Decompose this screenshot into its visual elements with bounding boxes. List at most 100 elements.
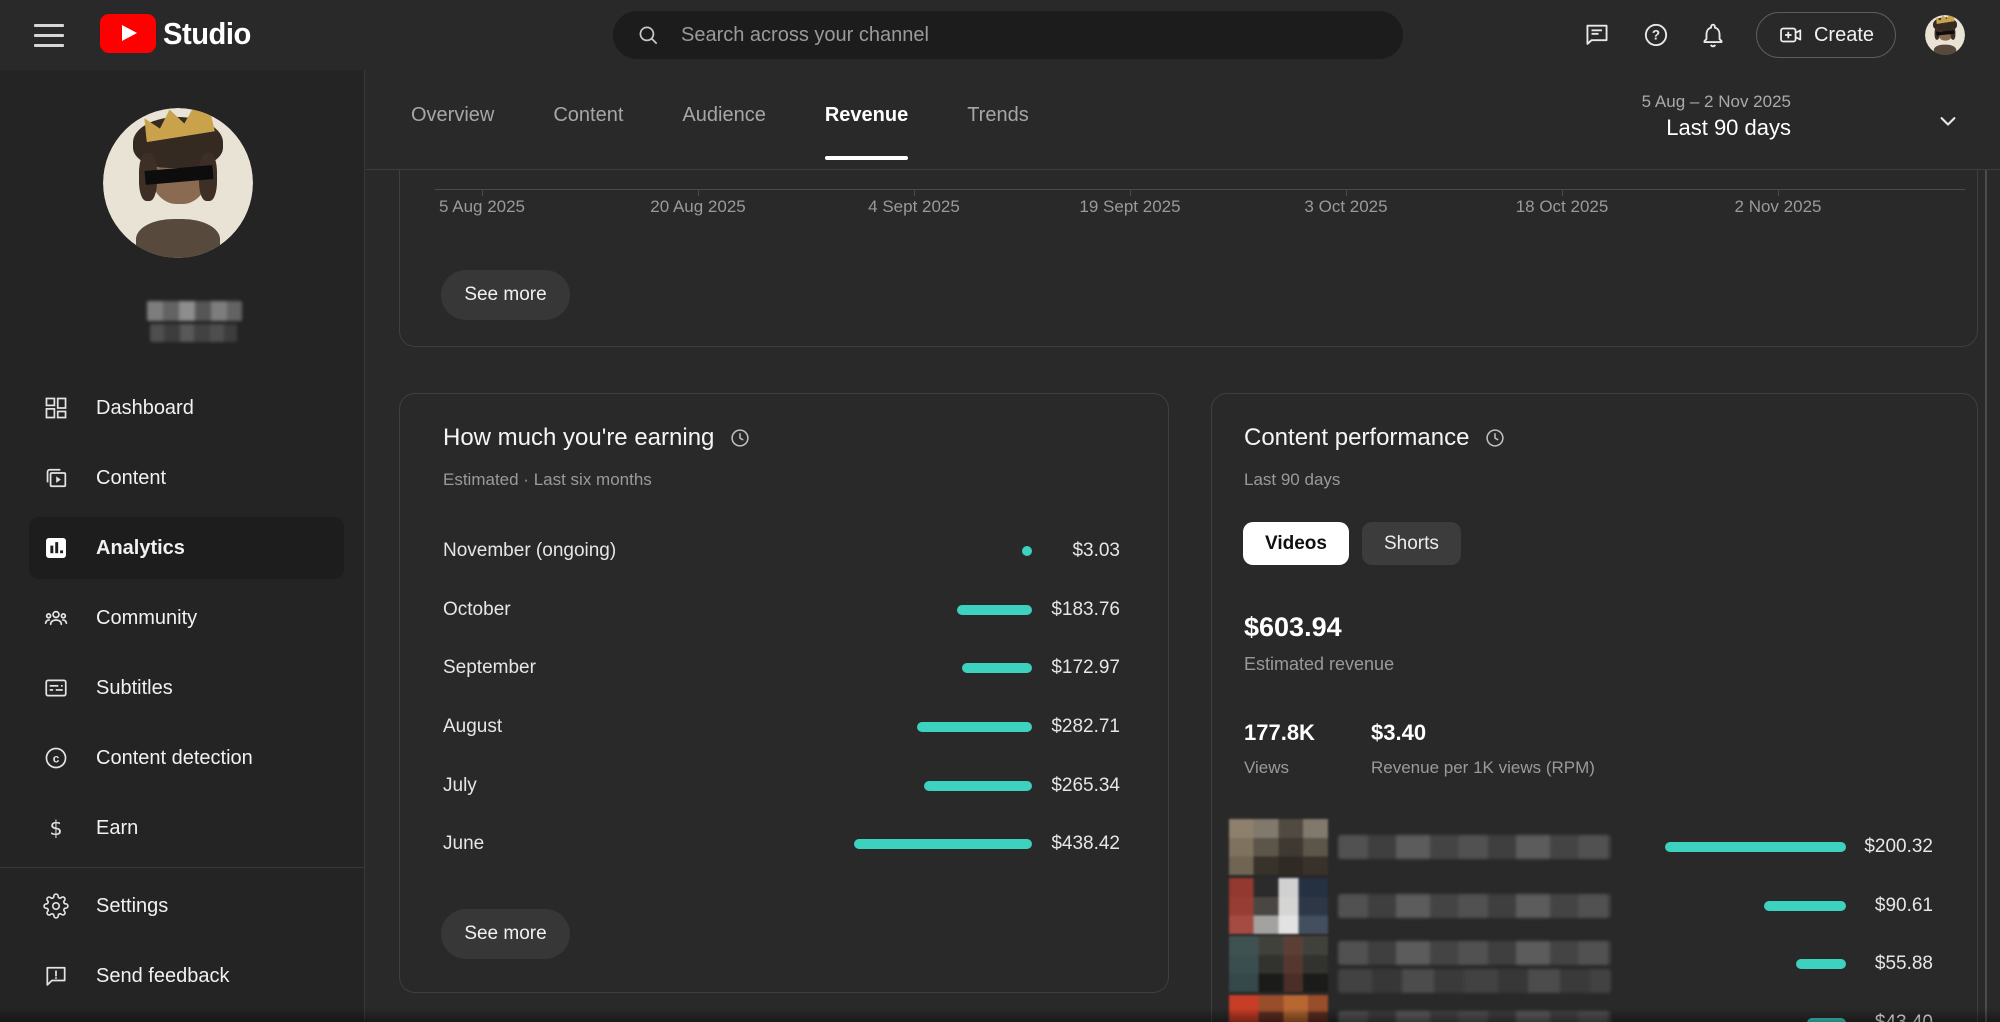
- video-row[interactable]: $55.88: [1212, 935, 1977, 994]
- see-more-button[interactable]: See more: [441, 909, 570, 959]
- axis-tick-label: 3 Oct 2025: [1304, 197, 1387, 217]
- earnings-row: June$438.42: [400, 815, 1168, 874]
- see-more-button[interactable]: See more: [441, 270, 570, 320]
- chip-shorts[interactable]: Shorts: [1362, 522, 1461, 565]
- youtube-studio-analytics-page: Studio ?: [0, 0, 2000, 1022]
- axis-tick-mark: [1562, 189, 1563, 196]
- sidebar-item-content-detection[interactable]: cContent detection: [0, 723, 364, 793]
- subtitles-icon: [42, 674, 70, 702]
- sidebar-item-earn[interactable]: $Earn: [0, 793, 364, 863]
- tab-content[interactable]: Content: [553, 70, 623, 169]
- date-range-dates: 5 Aug – 2 Nov 2025: [1642, 91, 1791, 113]
- sidebar-menu: Dashboard ContentAnalytics Community Subtit…: [0, 373, 364, 863]
- earnings-row: July$265.34: [400, 756, 1168, 815]
- earnings-amount: $172.97: [1051, 657, 1120, 679]
- scrollbar[interactable]: [1985, 170, 1987, 1022]
- account-avatar[interactable]: [1925, 15, 1965, 55]
- axis-tick-label: 4 Sept 2025: [868, 197, 960, 217]
- views-label: Views: [1244, 758, 1289, 778]
- video-thumbnail-redacted: [1229, 995, 1328, 1022]
- axis-tick-mark: [1130, 189, 1131, 196]
- analytics-tabs: Overview Content Audience Revenue Trends: [411, 70, 1029, 169]
- channel-handle-redacted: [150, 324, 237, 342]
- video-title-redacted: [1338, 835, 1611, 859]
- feedback-comment-icon[interactable]: [1583, 21, 1611, 49]
- earnings-bar: [957, 605, 1032, 615]
- axis-tick-label: 2 Nov 2025: [1735, 197, 1822, 217]
- sidebar-divider: [0, 867, 365, 868]
- performance-card-title: Content performance: [1244, 424, 1469, 452]
- content-icon: [42, 464, 70, 492]
- date-range-picker[interactable]: 5 Aug – 2 Nov 2025 Last 90 days: [1580, 70, 2000, 170]
- sidebar-item-dashboard[interactable]: Dashboard: [0, 373, 364, 443]
- youtube-studio-logo[interactable]: Studio: [100, 14, 256, 53]
- sidebar-item-label: Community: [96, 607, 197, 630]
- sidebar-item-settings[interactable]: Settings: [0, 871, 364, 941]
- sidebar-item-subtitles[interactable]: Subtitles: [0, 653, 364, 723]
- help-icon[interactable]: ?: [1642, 21, 1670, 49]
- create-button[interactable]: Create: [1756, 12, 1896, 58]
- earnings-month-label: August: [443, 716, 502, 738]
- notifications-bell-icon[interactable]: [1699, 21, 1727, 49]
- selected-item-highlight: [29, 517, 344, 579]
- hamburger-menu-icon[interactable]: [32, 17, 66, 53]
- tab-revenue[interactable]: Revenue: [825, 70, 908, 169]
- sidebar-footer-menu: Settings Send feedback: [0, 871, 364, 1011]
- axis-tick-mark: [698, 189, 699, 196]
- sidebar-item-community[interactable]: Community: [0, 583, 364, 653]
- sidebar-item-content[interactable]: Content: [0, 443, 364, 513]
- tab-audience[interactable]: Audience: [682, 70, 765, 169]
- earnings-card-title: How much you're earning: [443, 424, 714, 452]
- dashboard-icon: [42, 394, 70, 422]
- earnings-card-subtitle: Estimated · Last six months: [443, 470, 652, 490]
- create-label: Create: [1814, 24, 1874, 47]
- axis-tick-mark: [1346, 189, 1347, 196]
- tab-trends[interactable]: Trends: [967, 70, 1029, 169]
- views-value: 177.8K: [1244, 720, 1315, 746]
- video-revenue-bar: [1807, 1018, 1846, 1022]
- tab-label: Content: [553, 104, 623, 169]
- earnings-row: August $282.71: [400, 698, 1168, 757]
- tab-label: Trends: [967, 104, 1029, 169]
- estimated-revenue-label: Estimated revenue: [1244, 654, 1394, 675]
- video-title-redacted: [1338, 969, 1611, 993]
- revenue-chart-card: 5 Aug 202520 Aug 20254 Sept 202519 Sept …: [399, 170, 1978, 347]
- tab-label: Audience: [682, 104, 765, 169]
- earnings-month-label: September: [443, 657, 536, 679]
- sidebar-item-label: Settings: [96, 895, 168, 918]
- sidebar-item-send-feedback[interactable]: Send feedback: [0, 941, 364, 1011]
- sidebar-item-label: Dashboard: [96, 397, 194, 420]
- earnings-amount: $282.71: [1051, 716, 1120, 738]
- tab-overview[interactable]: Overview: [411, 70, 494, 169]
- selected-tab-underline: [825, 156, 908, 160]
- top-bar: Studio ?: [0, 0, 2000, 70]
- axis-tick-label: 18 Oct 2025: [1516, 197, 1609, 217]
- tab-label: Overview: [411, 104, 494, 169]
- chevron-down-icon: [1934, 107, 1962, 135]
- earnings-month-label: July: [443, 775, 477, 797]
- community-icon: [42, 604, 70, 632]
- earnings-amount: $3.03: [1072, 540, 1120, 562]
- rpm-label: Revenue per 1K views (RPM): [1371, 758, 1595, 778]
- axis-tick-label: 20 Aug 2025: [650, 197, 745, 217]
- video-row[interactable]: $90.61: [1212, 877, 1977, 936]
- earnings-card: How much you're earning Estimated · Last…: [399, 393, 1169, 993]
- video-revenue-bar: [1764, 901, 1846, 911]
- search-bar[interactable]: [613, 11, 1403, 59]
- analytics-header: Overview Content Audience Revenue Trends 5 A…: [366, 70, 2000, 170]
- earnings-month-label: October: [443, 599, 511, 621]
- video-revenue-amount: $200.32: [1864, 836, 1933, 858]
- analytics-icon: [42, 534, 70, 562]
- chip-videos[interactable]: Videos: [1243, 522, 1349, 565]
- sidebar-item-analytics[interactable]: Analytics: [0, 513, 364, 583]
- video-revenue-amount: $55.88: [1875, 953, 1933, 975]
- search-input[interactable]: [679, 23, 1383, 48]
- video-revenue-bar: [1796, 959, 1846, 969]
- sidebar-item-label: Subtitles: [96, 677, 173, 700]
- video-row[interactable]: $43.40: [1212, 994, 1977, 1022]
- channel-avatar[interactable]: [103, 108, 253, 258]
- clock-icon: [729, 427, 751, 449]
- video-row[interactable]: $200.32: [1212, 818, 1977, 877]
- earnings-bar: [924, 781, 1032, 791]
- channel-name-redacted: [147, 301, 242, 321]
